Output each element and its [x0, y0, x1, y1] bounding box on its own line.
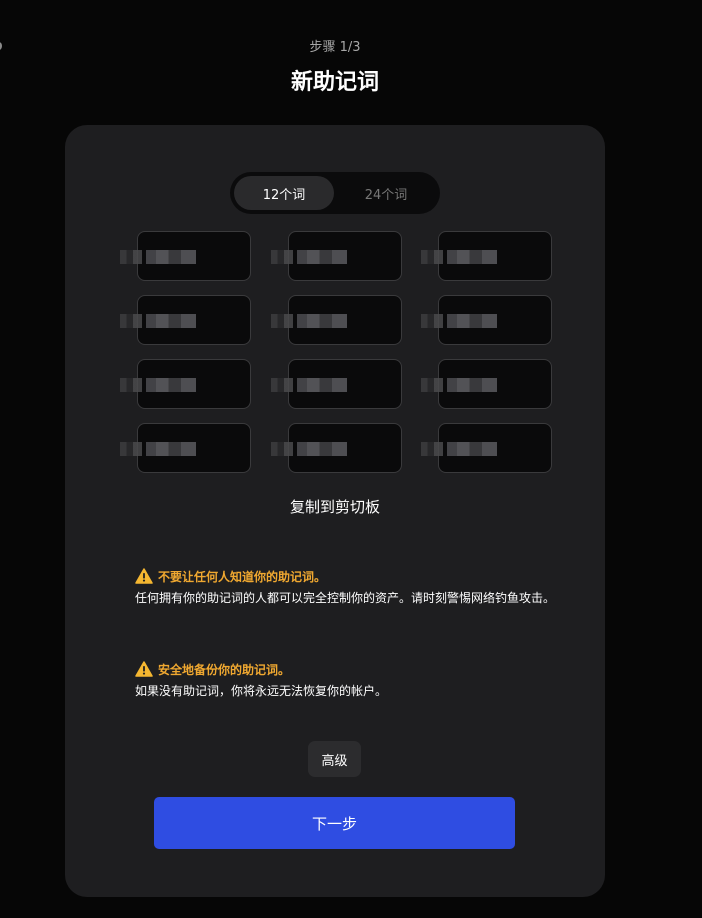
warning-icon — [135, 661, 153, 677]
word-index-obscured — [271, 378, 293, 392]
word-count-toggle: 12个词 24个词 — [230, 172, 440, 214]
word-obscured — [297, 250, 347, 264]
next-step-button[interactable]: 下一步 — [154, 797, 515, 849]
word-index-obscured — [421, 378, 443, 392]
warning-icon — [135, 568, 153, 584]
word-cell — [271, 295, 402, 345]
word-cell — [120, 423, 251, 473]
word-obscured — [297, 442, 347, 456]
word-cell — [120, 295, 251, 345]
word-index-obscured — [421, 314, 443, 328]
warning-title: 安全地备份你的助记词。 — [158, 662, 291, 677]
word-cell — [271, 359, 402, 409]
word-obscured — [447, 314, 497, 328]
warning-title-row: 安全地备份你的助记词。 — [135, 660, 555, 678]
tab-24-words[interactable]: 24个词 — [336, 176, 436, 210]
word-index-obscured — [120, 250, 142, 264]
advanced-button[interactable]: 高级 — [308, 741, 361, 777]
word-cell — [421, 295, 552, 345]
word-cell — [421, 359, 552, 409]
step-indicator: 步骤 1/3 — [309, 40, 361, 55]
word-obscured — [146, 378, 196, 392]
warning-body: 任何拥有你的助记词的人都可以完全控制你的资产。请时刻警惕网络钓鱼攻击。 — [135, 591, 556, 605]
word-cell — [271, 231, 402, 281]
word-obscured — [146, 314, 196, 328]
mnemonic-card: 12个词 24个词 复制到剪切板 不要让任何人知道你的助记词。 任何拥有你的助记… — [65, 125, 605, 897]
word-index-obscured — [421, 442, 443, 456]
page-title: 新助记词 — [290, 70, 379, 95]
word-index-obscured — [120, 442, 142, 456]
copy-to-clipboard-button[interactable]: 复制到剪切板 — [65, 496, 605, 517]
word-index-obscured — [271, 250, 293, 264]
tab-12-words[interactable]: 12个词 — [234, 176, 334, 210]
word-cell — [421, 423, 552, 473]
word-obscured — [146, 250, 196, 264]
word-obscured — [447, 442, 497, 456]
word-obscured — [297, 378, 347, 392]
word-cell — [120, 231, 251, 281]
warning-share: 不要让任何人知道你的助记词。 任何拥有你的助记词的人都可以完全控制你的资产。请时… — [135, 567, 555, 606]
word-cell — [271, 423, 402, 473]
word-obscured — [297, 314, 347, 328]
word-obscured — [146, 442, 196, 456]
word-index-obscured — [120, 378, 142, 392]
word-index-obscured — [271, 314, 293, 328]
page: 步骤 1/3 新助记词 12个词 24个词 复制到剪切板 不要让任何人知道你的助… — [0, 0, 702, 918]
word-index-obscured — [120, 314, 142, 328]
word-cell — [120, 359, 251, 409]
word-obscured — [447, 378, 497, 392]
word-cell — [421, 231, 552, 281]
word-index-obscured — [421, 250, 443, 264]
word-index-obscured — [271, 442, 293, 456]
word-obscured — [447, 250, 497, 264]
warning-body: 如果没有助记词，你将永远无法恢复你的帐户。 — [135, 684, 388, 698]
warning-backup: 安全地备份你的助记词。 如果没有助记词，你将永远无法恢复你的帐户。 — [135, 660, 555, 699]
warning-title-row: 不要让任何人知道你的助记词。 — [135, 567, 555, 585]
warning-title: 不要让任何人知道你的助记词。 — [158, 569, 327, 584]
